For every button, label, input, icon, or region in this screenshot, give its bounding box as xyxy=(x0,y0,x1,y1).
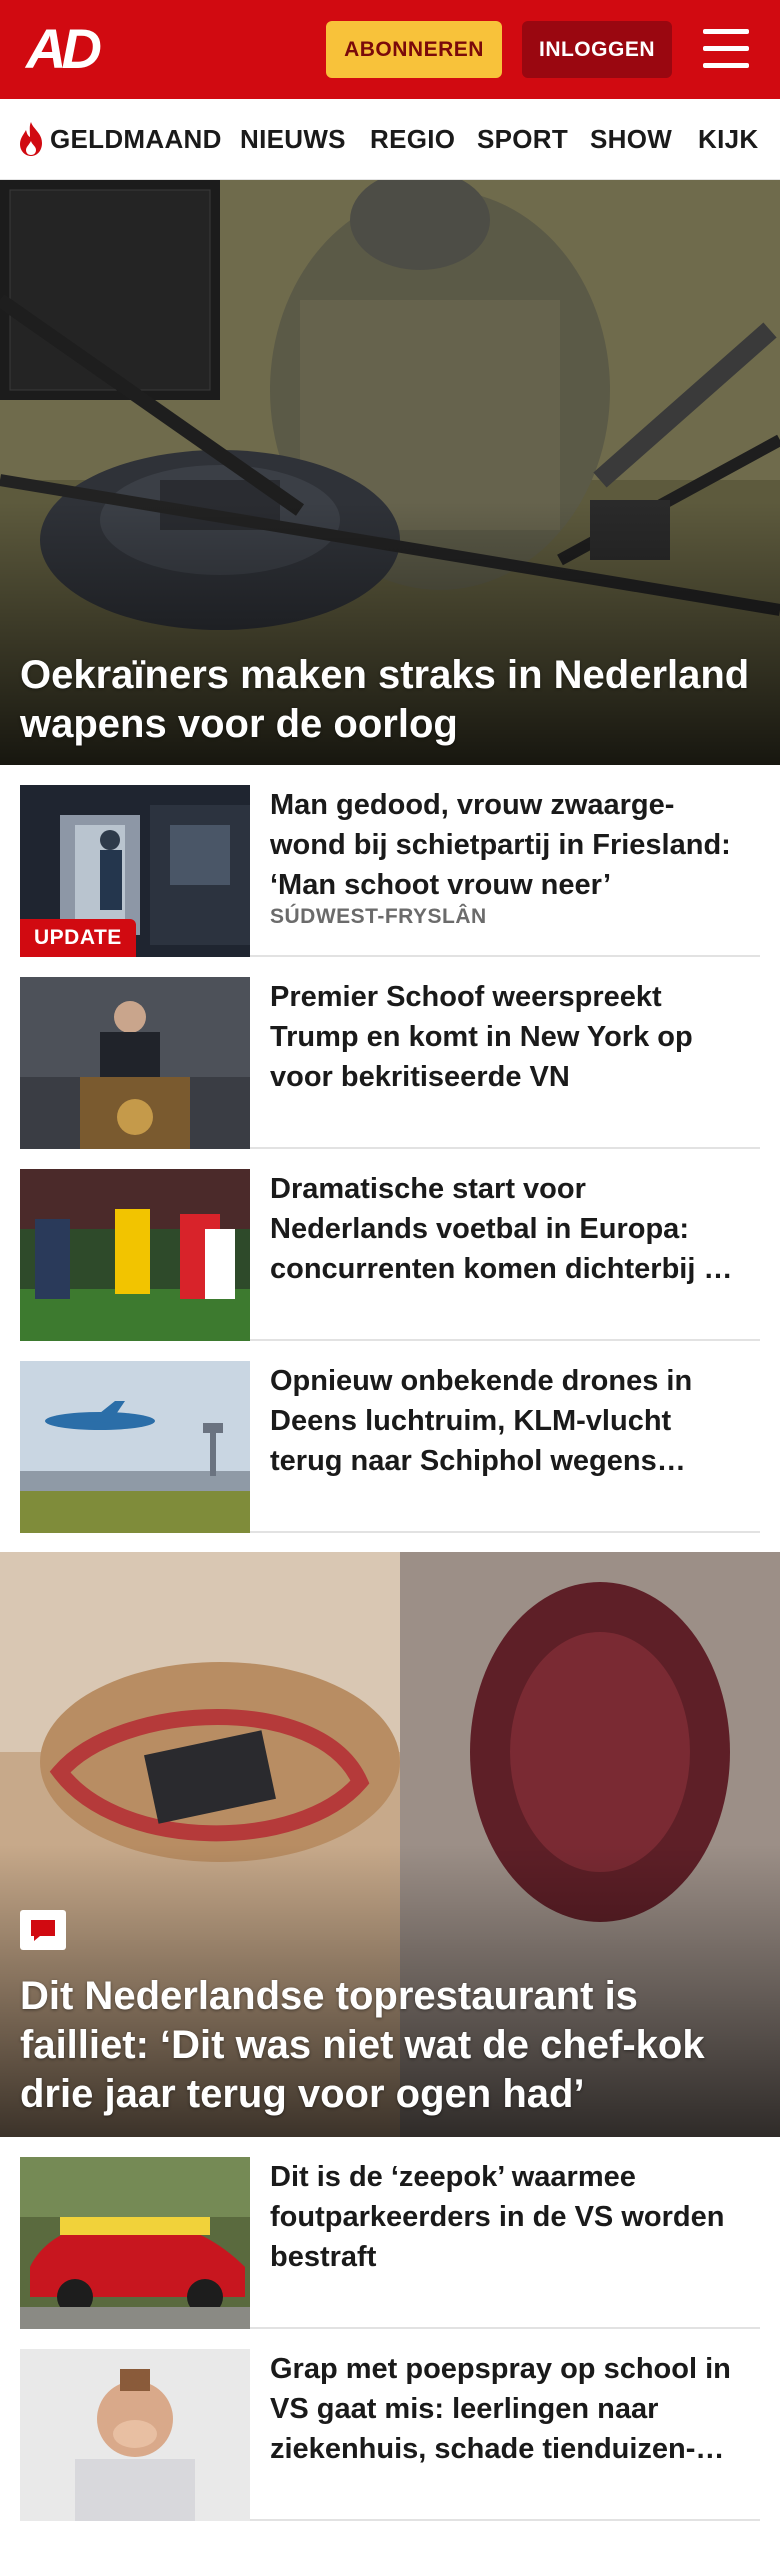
article-image xyxy=(20,1361,250,1533)
top-header: AD ABONNEREN INLOGGEN xyxy=(0,0,780,99)
article-thumbnail[interactable] xyxy=(20,2157,250,2329)
article-title[interactable]: Dit is de ‘zeepok’ waarmee foutparkeerde… xyxy=(270,2157,750,2277)
list-item[interactable]: UPDATE Man gedood, vrouw zwaarge-wond bi… xyxy=(20,765,760,957)
feature-article[interactable]: Dit Nederlandse toprestaurant is faillie… xyxy=(0,1552,780,2137)
nav-item-sport[interactable]: SPORT xyxy=(477,99,568,179)
nav-item-show[interactable]: SHOW xyxy=(590,99,672,179)
article-region: SÚDWEST-FRYSLÂN xyxy=(270,905,487,928)
list-item[interactable]: Grap met poepspray op school in VS gaat … xyxy=(20,2329,760,2521)
list-item[interactable]: Dit is de ‘zeepok’ waarmee foutparkeerde… xyxy=(20,2137,760,2329)
article-thumbnail[interactable]: UPDATE xyxy=(20,785,250,957)
list-item[interactable]: Dramatische start voor Nederlands voetba… xyxy=(20,1149,760,1341)
article-thumbnail[interactable] xyxy=(20,1169,250,1341)
hamburger-menu-icon[interactable] xyxy=(700,27,752,71)
update-badge: UPDATE xyxy=(20,919,136,957)
hero-title[interactable]: Oekraïners maken straks in Nederland wap… xyxy=(20,651,760,749)
nav-item-geldmaand[interactable]: GELDMAAND xyxy=(50,99,222,179)
article-thumbnail[interactable] xyxy=(20,1361,250,1533)
article-thumbnail[interactable] xyxy=(20,2349,250,2521)
list-item[interactable]: Opnieuw onbekende drones in Deens luchtr… xyxy=(20,1341,760,1533)
article-image xyxy=(20,2349,250,2521)
ad-logo[interactable]: AD xyxy=(26,20,116,78)
article-image xyxy=(20,1169,250,1341)
nav-item-nieuws[interactable]: NIEUWS xyxy=(240,99,346,179)
article-title[interactable]: Premier Schoof weerspreekt Trump en komt… xyxy=(270,977,750,1097)
list-item[interactable]: Premier Schoof weerspreekt Trump en komt… xyxy=(20,957,760,1149)
nav-item-kijk[interactable]: KIJK xyxy=(698,99,758,179)
article-title[interactable]: Opnieuw onbekende drones in Deens luchtr… xyxy=(270,1361,750,1481)
article-title[interactable]: Dramatische start voor Nederlands voetba… xyxy=(270,1169,750,1289)
article-thumbnail[interactable] xyxy=(20,977,250,1149)
feature-title[interactable]: Dit Nederlandse toprestaurant is faillie… xyxy=(20,1972,760,2119)
nav-item-regio[interactable]: REGIO xyxy=(370,99,455,179)
comment-icon xyxy=(20,1910,66,1950)
flame-icon xyxy=(20,122,42,156)
article-title[interactable]: Grap met poepspray op school in VS gaat … xyxy=(270,2349,750,2469)
subscribe-button[interactable]: ABONNEREN xyxy=(326,21,502,78)
hero-article[interactable]: Oekraïners maken straks in Nederland wap… xyxy=(0,180,780,765)
article-image xyxy=(20,2157,250,2329)
article-image xyxy=(20,977,250,1149)
login-button[interactable]: INLOGGEN xyxy=(522,21,672,78)
article-title[interactable]: Man gedood, vrouw zwaarge-wond bij schie… xyxy=(270,785,750,905)
section-nav: GELDMAAND NIEUWS REGIO SPORT SHOW KIJK xyxy=(0,99,780,180)
